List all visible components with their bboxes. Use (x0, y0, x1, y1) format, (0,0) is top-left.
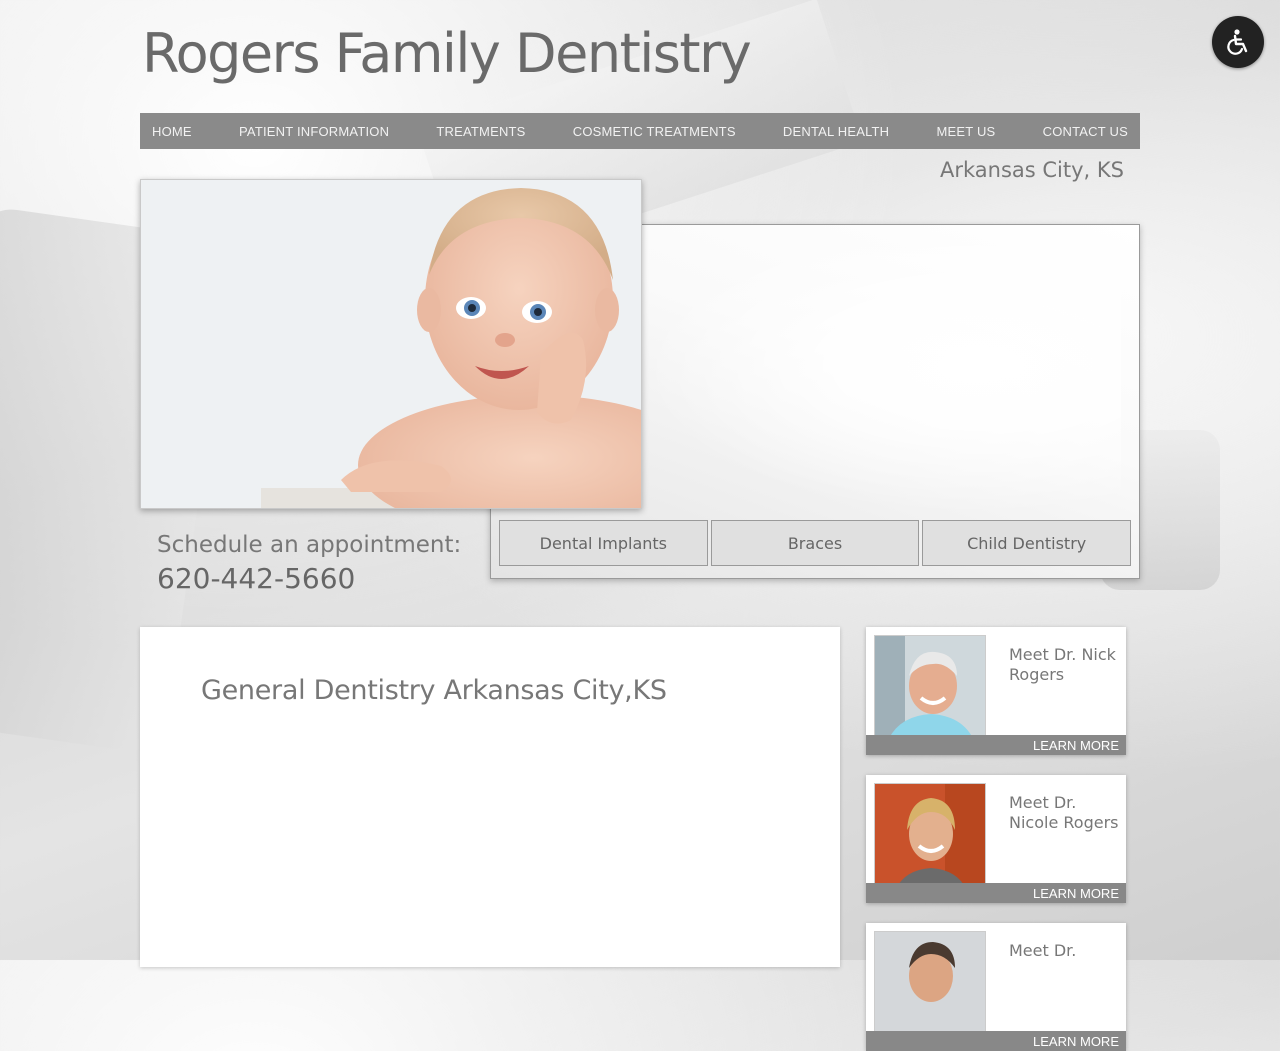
wheelchair-icon (1227, 29, 1248, 55)
site-title[interactable]: Rogers Family Dentistry (142, 22, 752, 85)
doctor-card-third[interactable]: Meet Dr. LEARN MORE (866, 923, 1126, 1051)
nav-dental-health[interactable]: DENTAL HEALTH (783, 124, 889, 139)
nav-meet-us[interactable]: MEET US (936, 124, 995, 139)
doctor-photo (874, 783, 986, 895)
nav-patient-information[interactable]: PATIENT INFORMATION (239, 124, 389, 139)
braces-button[interactable]: Braces (710, 520, 920, 566)
nav-treatments[interactable]: TREATMENTS (436, 124, 525, 139)
doctor-card-nick[interactable]: Meet Dr. Nick Rogers LEARN MORE (866, 627, 1126, 755)
doctor-card-nicole[interactable]: Meet Dr. Nicole Rogers LEARN MORE (866, 775, 1126, 903)
main-content: General Dentistry Arkansas City,KS (140, 627, 840, 967)
main-nav: HOME PATIENT INFORMATION TREATMENTS COSM… (140, 113, 1140, 149)
accessibility-button[interactable] (1212, 16, 1264, 68)
learn-more-link[interactable]: LEARN MORE (866, 1031, 1126, 1051)
doctor-name: Meet Dr. Nicole Rogers (1009, 793, 1119, 832)
nav-cosmetic-treatments[interactable]: COSMETIC TREATMENTS (573, 124, 736, 139)
nav-contact-us[interactable]: CONTACT US (1043, 124, 1128, 139)
doctor-name: Meet Dr. Nick Rogers (1009, 645, 1116, 684)
nav-home[interactable]: HOME (152, 124, 192, 139)
doctor-photo (874, 931, 986, 1043)
learn-more-link[interactable]: LEARN MORE (866, 883, 1126, 903)
location-label: Arkansas City, KS (939, 158, 1124, 182)
dental-implants-button[interactable]: Dental Implants (499, 520, 708, 566)
service-buttons: Dental Implants Braces Child Dentistry (499, 520, 1132, 566)
doctor-name: Meet Dr. (1009, 941, 1077, 960)
baby-photo-illustration (141, 180, 641, 508)
child-dentistry-button[interactable]: Child Dentistry (922, 520, 1132, 566)
doctor-photo (874, 635, 986, 747)
schedule-label: Schedule an appointment: (157, 532, 462, 558)
learn-more-link[interactable]: LEARN MORE (866, 735, 1126, 755)
phone-number[interactable]: 620-442-5660 (157, 562, 355, 595)
page-heading: General Dentistry Arkansas City,KS (201, 675, 667, 706)
hero-photo (140, 179, 642, 509)
slider-light-decor (641, 245, 1121, 515)
